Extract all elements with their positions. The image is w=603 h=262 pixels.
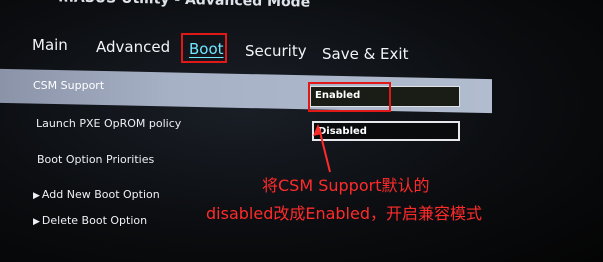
annotation-text-line2: disabled改成Enabled，开启兼容模式 (206, 204, 483, 223)
bios-screen: ...ASUS Utility - Advanced Mode Main Adv… (0, 0, 603, 262)
annotation-text-line1: 将CSM Support默认的 (262, 176, 430, 195)
